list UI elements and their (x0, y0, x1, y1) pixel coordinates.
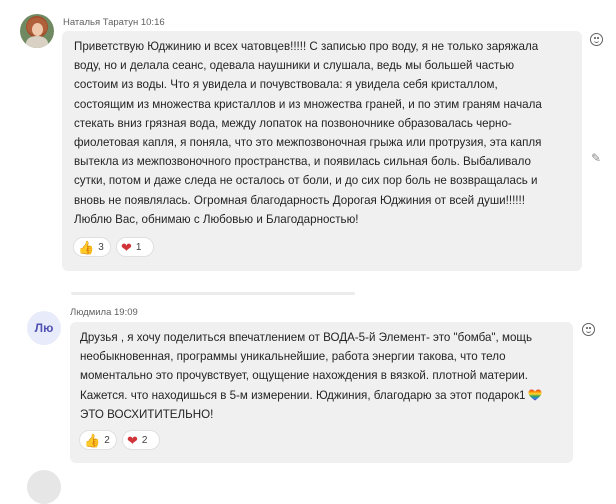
message-time: 19:09 (114, 307, 138, 318)
author-name: Людмила (70, 307, 112, 318)
reaction-heart[interactable]: ❤ 1 (116, 237, 154, 257)
message-line: состоим из воды. Что я увидела и почувст… (74, 78, 498, 92)
message-line: Друзья , я хочу поделиться впечатлением … (80, 331, 532, 344)
message-body: Приветствую Юджинию и всех чатовцев!!!!!… (74, 37, 572, 229)
thumbs-up-icon: 👍 (78, 239, 95, 255)
message-line: состоящим из множества кристаллов и из м… (74, 97, 542, 111)
avatar[interactable] (27, 470, 61, 504)
avatar-initials: Лю (34, 321, 54, 335)
message-line: стекать вниз грязная вода, между лопаток… (74, 116, 512, 130)
message-line-text: Кажется. что находишься в 5-м измерении.… (80, 388, 526, 402)
heart-icon: ❤ (127, 432, 138, 448)
author-name: Наталья Таратун (63, 17, 139, 28)
message-line: воду, но и делала сеанс, одевала наушник… (74, 59, 515, 73)
reaction-like[interactable]: 👍 3 (73, 237, 111, 257)
avatar[interactable]: Лю (27, 311, 61, 345)
message-line: ЭТО ВОСХИТИТЕЛЬНО! (80, 407, 214, 421)
rainbow-heart-icon (528, 389, 541, 401)
message-line: необыкновенная, программы уникальнейшие,… (80, 350, 506, 364)
message-line: Люблю Вас, обнимаю с Любовью и Благодарн… (74, 212, 359, 226)
reaction-count: 1 (135, 241, 142, 253)
message-time: 10:16 (140, 17, 165, 28)
thumbs-up-icon: 👍 (84, 432, 101, 448)
message-line: фиолетовая капля, я поняла, что это межп… (74, 136, 542, 150)
avatar-face (32, 23, 43, 36)
message-line: сутки, потом и даже следа не осталось от… (74, 174, 538, 188)
smiley-icon[interactable] (582, 323, 595, 336)
smiley-icon[interactable] (590, 33, 603, 46)
reaction-count: 2 (141, 434, 148, 446)
message-line: моментально это прочувствует, ощущение н… (80, 369, 528, 383)
message-meta: Людмила 19:09 (70, 307, 138, 318)
reaction-count: 3 (98, 241, 104, 253)
heart-icon: ❤ (121, 239, 132, 255)
message-body: Друзья , я хочу поделиться впечатлением … (80, 328, 566, 424)
message-line: Кажется. что находишься в 5-м измерении.… (80, 386, 566, 405)
avatar[interactable] (20, 14, 54, 48)
divider (71, 292, 355, 295)
reaction-like[interactable]: 👍 2 (79, 430, 117, 450)
message-meta: Наталья Таратун 10:16 (63, 17, 165, 28)
avatar-body (26, 36, 48, 48)
reaction-count: 2 (104, 434, 110, 446)
message-line: вытекла из межпозвоночного пространства,… (74, 155, 532, 169)
message-line: Приветствую Юджинию и всех чатовцев!!!!!… (74, 40, 539, 53)
message-line: вновь не появлялась. Огромная благодарно… (74, 193, 525, 207)
reaction-heart[interactable]: ❤ 2 (122, 430, 160, 450)
pencil-icon[interactable]: ✎ (591, 152, 603, 164)
